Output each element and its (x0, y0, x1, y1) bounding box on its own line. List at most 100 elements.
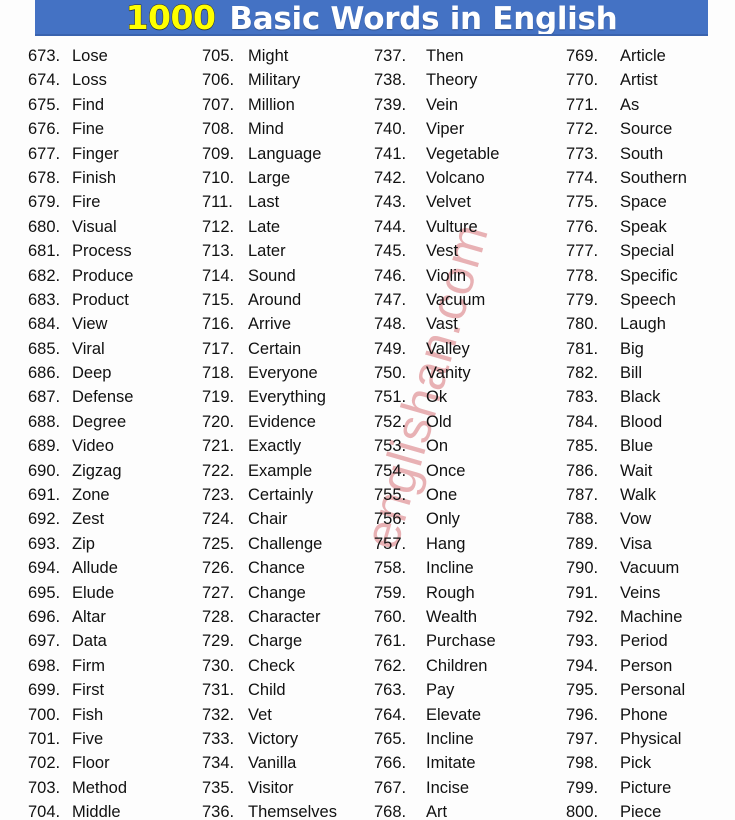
word-list-item: 704. Middle (28, 800, 182, 820)
word-index: 676. (28, 120, 61, 139)
word-text: Special (620, 242, 675, 261)
word-text: Article (620, 47, 666, 65)
word-index: 716. (202, 315, 235, 334)
word-text: Vet (248, 705, 272, 724)
word-list-item: 745. Vest (374, 239, 548, 263)
word-list-item: 788. Vow (566, 507, 735, 531)
word-index: 748. (374, 315, 407, 334)
word-index: 718. (202, 364, 235, 383)
word-index: 698. (28, 656, 61, 675)
word-index: 681. (28, 242, 61, 261)
word-index: 770. (566, 71, 599, 90)
word-index: 790. (566, 559, 599, 578)
word-list-item: 786. Wait (566, 459, 735, 483)
word-list-item: 771. As (566, 93, 735, 117)
word-index: 704. (28, 803, 61, 820)
word-index: 793. (566, 632, 599, 651)
word-list-item: 680. Visual (28, 215, 182, 239)
word-list-item: 758. Incline (374, 556, 548, 580)
word-index: 687. (28, 388, 61, 407)
word-text: Visitor (248, 778, 294, 797)
word-list-item: 742. Volcano (374, 166, 548, 190)
word-list-item: 770. Artist (566, 68, 735, 92)
word-index: 739. (374, 95, 407, 114)
word-text: Victory (248, 729, 299, 748)
word-text: Floor (72, 754, 110, 773)
word-text: Source (620, 120, 673, 139)
word-index: 691. (28, 486, 61, 505)
word-index: 758. (374, 559, 407, 578)
word-text: Product (72, 290, 129, 309)
word-list-item: 740. Viper (374, 117, 548, 141)
word-index: 728. (202, 607, 235, 626)
word-list-item: 748. Vast (374, 312, 548, 336)
word-list-item: 732. Vet (202, 703, 360, 727)
word-text: Artist (620, 71, 658, 90)
word-index: 701. (28, 729, 61, 748)
word-text: Vein (426, 95, 459, 114)
word-text: Fire (72, 193, 101, 212)
word-text: Vacuum (620, 559, 680, 578)
word-text: Big (620, 339, 644, 358)
word-text: Wait (620, 461, 653, 480)
word-text: Visa (620, 534, 652, 553)
word-index: 673. (28, 47, 61, 65)
word-index: 796. (566, 705, 599, 724)
word-list-item: 731. Child (202, 678, 360, 702)
word-index: 729. (202, 632, 235, 651)
word-list-item: 754. Once (374, 459, 548, 483)
word-index: 744. (374, 217, 407, 236)
word-text: On (426, 437, 449, 456)
word-index: 800. (566, 803, 599, 820)
word-list-item: 701. Five (28, 727, 182, 751)
word-list-item: 711. Last (202, 190, 360, 214)
word-index: 780. (566, 315, 599, 334)
word-index: 765. (374, 729, 407, 748)
word-list-item: 751. Ok (374, 385, 548, 409)
word-text: Laugh (620, 315, 666, 334)
word-index: 715. (202, 290, 235, 309)
word-index: 703. (28, 778, 61, 797)
word-text: Valley (426, 339, 470, 358)
word-text: Pick (620, 754, 652, 773)
word-list-item: 687. Defense (28, 385, 182, 409)
word-list-item: 796. Phone (566, 703, 735, 727)
word-list-item: 753. On (374, 434, 548, 458)
word-text: Machine (620, 607, 683, 626)
word-list-item: 773. South (566, 142, 735, 166)
word-index: 726. (202, 559, 235, 578)
word-index: 777. (566, 242, 599, 261)
word-index: 785. (566, 437, 599, 456)
word-text: Veins (620, 583, 661, 602)
word-index: 767. (374, 778, 407, 797)
word-index: 683. (28, 290, 61, 309)
word-list-item: 760. Wealth (374, 605, 548, 629)
word-text: Finish (72, 168, 117, 187)
word-index: 706. (202, 71, 235, 90)
word-text: Find (72, 95, 105, 114)
word-index: 689. (28, 437, 61, 456)
word-index: 745. (374, 242, 407, 261)
word-text: Defense (72, 388, 134, 407)
word-index: 753. (374, 437, 407, 456)
word-index: 711. (202, 193, 233, 212)
word-index: 795. (566, 681, 599, 700)
word-index: 783. (566, 388, 599, 407)
word-list-item: 674. Loss (28, 68, 182, 92)
word-list-item: 676. Fine (28, 117, 182, 141)
word-columns: 673. Lose 674. Loss 675. Find 676. Fine 677. Fing… (0, 44, 735, 820)
word-index: 674. (28, 71, 61, 90)
word-list-item: 690. Zigzag (28, 459, 182, 483)
word-list-item: 698. Firm (28, 654, 182, 678)
word-index: 769. (566, 47, 599, 65)
word-list-item: 736. Themselves (202, 800, 360, 820)
word-index: 692. (28, 510, 61, 529)
word-text: Vacuum (426, 290, 486, 309)
word-list-item: 727. Change (202, 581, 360, 605)
word-list-item: 716. Arrive (202, 312, 360, 336)
word-index: 771. (566, 95, 599, 114)
word-text: Certainly (248, 486, 314, 505)
word-index: 749. (374, 339, 407, 358)
word-text: Check (248, 656, 295, 675)
word-list-item: 797. Physical (566, 727, 735, 751)
